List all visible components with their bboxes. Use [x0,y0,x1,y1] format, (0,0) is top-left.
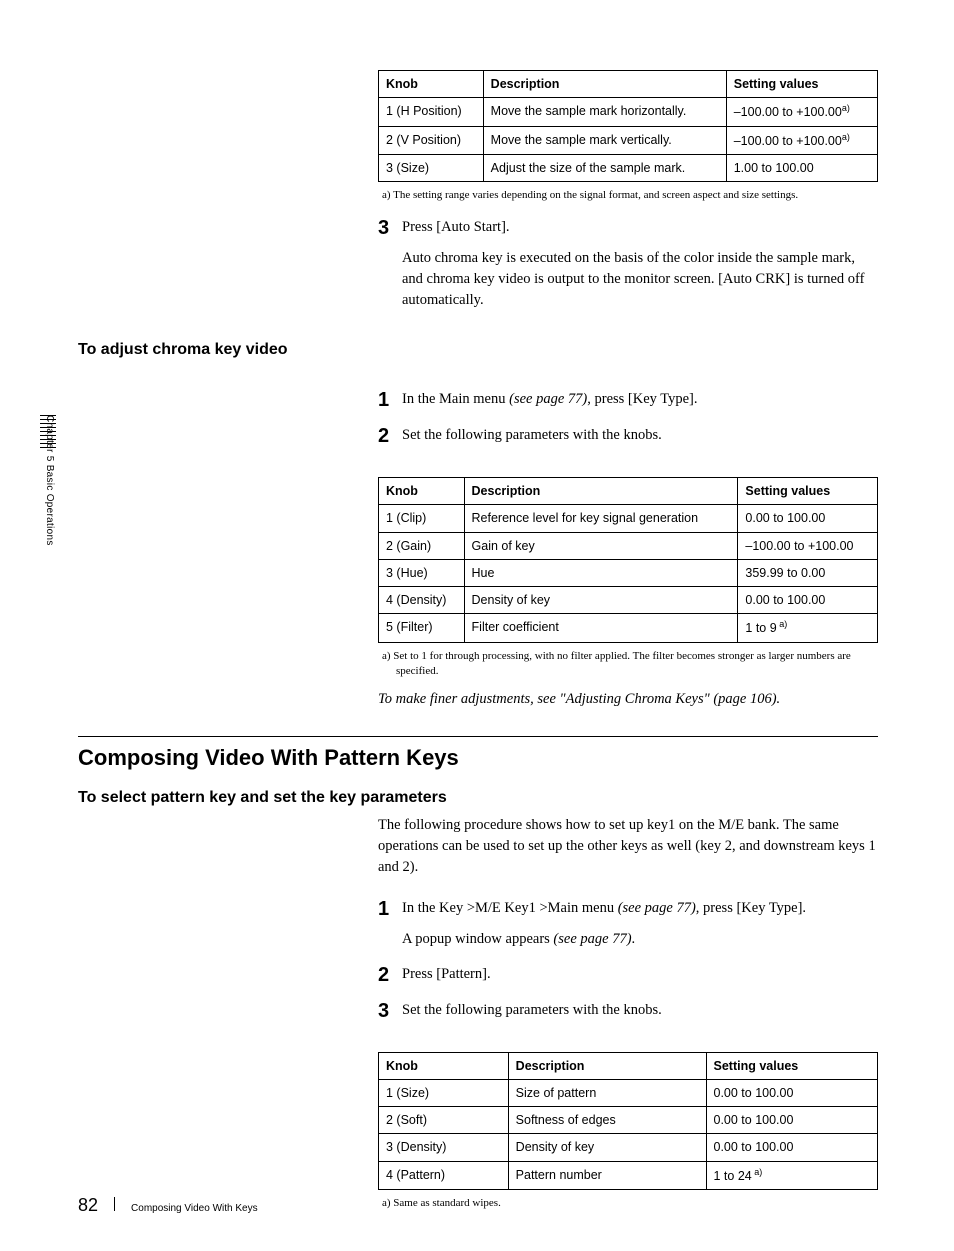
cell-description: Density of key [464,587,738,614]
page-number: 82 [78,1195,98,1216]
table-row: 4 (Density)Density of key0.00 to 100.00 [379,587,878,614]
cross-reference: (see page 77) [618,900,696,916]
cell-description: Density of key [508,1134,706,1161]
table-row: 2 (Gain)Gain of key–100.00 to +100.00 [379,532,878,559]
col-header: Knob [379,1052,509,1079]
cell-description: Adjust the size of the sample mark. [483,155,726,182]
cell-description: Size of pattern [508,1079,706,1106]
table-footnote: a) The setting range varies depending on… [378,188,878,203]
cross-reference: (see page 77) [509,391,587,407]
intro-paragraph: The following procedure shows how to set… [378,815,878,878]
cell-knob: 4 (Pattern) [379,1161,509,1189]
cell-setting-values: 0.00 to 100.00 [706,1134,878,1161]
step-text: A popup window appears [402,931,553,947]
col-header: Description [464,478,738,505]
cell-knob: 5 (Filter) [379,614,465,642]
cell-knob: 1 (Size) [379,1079,509,1106]
table-row: 5 (Filter)Filter coefficient1 to 9 a) [379,614,878,642]
cell-setting-values: 1 to 24 a) [706,1161,878,1189]
cell-description: Filter coefficient [464,614,738,642]
cell-knob: 3 (Size) [379,155,484,182]
step-text: Press [Pattern]. [402,964,878,986]
subsection-heading: To adjust chroma key video [78,341,878,359]
cell-knob: 4 (Density) [379,587,465,614]
footnote-ref: a) [842,132,850,142]
step-number: 2 [378,425,402,447]
cell-setting-values: 0.00 to 100.00 [706,1107,878,1134]
step-text: . [632,931,636,947]
step-number: 3 [378,217,402,311]
cell-knob: 3 (Hue) [379,559,465,586]
cell-description: Move the sample mark vertically. [483,126,726,154]
footnote-ref: a) [752,1167,763,1177]
cell-knob: 2 (Gain) [379,532,465,559]
table-row: 3 (Density)Density of key0.00 to 100.00 [379,1134,878,1161]
cell-description: Pattern number [508,1161,706,1189]
step-number: 3 [378,1000,402,1022]
cell-setting-values: –100.00 to +100.00a) [726,98,877,126]
step-text: In the Main menu [402,391,509,407]
footnote-ref: a) [777,619,788,629]
cell-setting-values: 1.00 to 100.00 [726,155,877,182]
cell-setting-values: –100.00 to +100.00 [738,532,878,559]
col-header: Setting values [738,478,878,505]
step-text: In the Key >M/E Key1 >Main menu [402,900,618,916]
footer-separator [114,1197,115,1211]
col-header: Description [508,1052,706,1079]
cell-description: Softness of edges [508,1107,706,1134]
cell-knob: 3 (Density) [379,1134,509,1161]
cell-knob: 2 (V Position) [379,126,484,154]
table-footnote: a) Same as standard wipes. [378,1196,878,1211]
col-header: Setting values [726,71,877,98]
col-header: Setting values [706,1052,878,1079]
table-row: 2 (V Position)Move the sample mark verti… [379,126,878,154]
table-row: 3 (Size)Adjust the size of the sample ma… [379,155,878,182]
step-text: Set the following parameters with the kn… [402,1000,878,1022]
cell-setting-values: 0.00 to 100.00 [738,587,878,614]
subsection-heading: To select pattern key and set the key pa… [78,789,878,807]
table-row: 1 (Size)Size of pattern0.00 to 100.00 [379,1079,878,1106]
cell-setting-values: 0.00 to 100.00 [706,1079,878,1106]
section-divider [78,736,878,737]
cell-description: Gain of key [464,532,738,559]
cell-setting-values: 1 to 9 a) [738,614,878,642]
step-text: , press [Key Type]. [696,900,806,916]
cell-setting-values: –100.00 to +100.00a) [726,126,877,154]
table-footnote: a) Set to 1 for through processing, with… [378,649,878,679]
sample-mark-knob-table: Knob Description Setting values 1 (H Pos… [378,70,878,182]
chroma-key-knob-table: Knob Description Setting values 1 (Clip)… [378,477,878,643]
step-text: Press [Auto Start]. [402,219,510,235]
table-row: 4 (Pattern)Pattern number1 to 24 a) [379,1161,878,1189]
footnote-ref: a) [842,103,850,113]
step-text: , press [Key Type]. [587,391,697,407]
table-row: 3 (Hue)Hue359.99 to 0.00 [379,559,878,586]
col-header: Description [483,71,726,98]
table-row: 2 (Soft)Softness of edges0.00 to 100.00 [379,1107,878,1134]
pattern-key-knob-table: Knob Description Setting values 1 (Size)… [378,1052,878,1190]
cell-setting-values: 359.99 to 0.00 [738,559,878,586]
cross-reference: (see page 77) [553,931,631,947]
table-row: 1 (H Position)Move the sample mark horiz… [379,98,878,126]
col-header: Knob [379,478,465,505]
step-text: Set the following parameters with the kn… [402,425,878,447]
cell-knob: 1 (H Position) [379,98,484,126]
cell-knob: 1 (Clip) [379,505,465,532]
section-heading: Composing Video With Pattern Keys [78,745,878,771]
footer-title: Composing Video With Keys [131,1203,258,1214]
step-number: 1 [378,389,402,411]
cell-description: Move the sample mark horizontally. [483,98,726,126]
cell-description: Reference level for key signal generatio… [464,505,738,532]
col-header: Knob [379,71,484,98]
cell-description: Hue [464,559,738,586]
cell-knob: 2 (Soft) [379,1107,509,1134]
cross-reference: To make finer adjustments, see "Adjustin… [378,691,878,708]
step-paragraph: Auto chroma key is executed on the basis… [402,248,878,311]
step-number: 1 [378,898,402,950]
cell-setting-values: 0.00 to 100.00 [738,505,878,532]
step-number: 2 [378,964,402,986]
table-row: 1 (Clip)Reference level for key signal g… [379,505,878,532]
page-footer: 82 Composing Video With Keys [78,1195,258,1216]
